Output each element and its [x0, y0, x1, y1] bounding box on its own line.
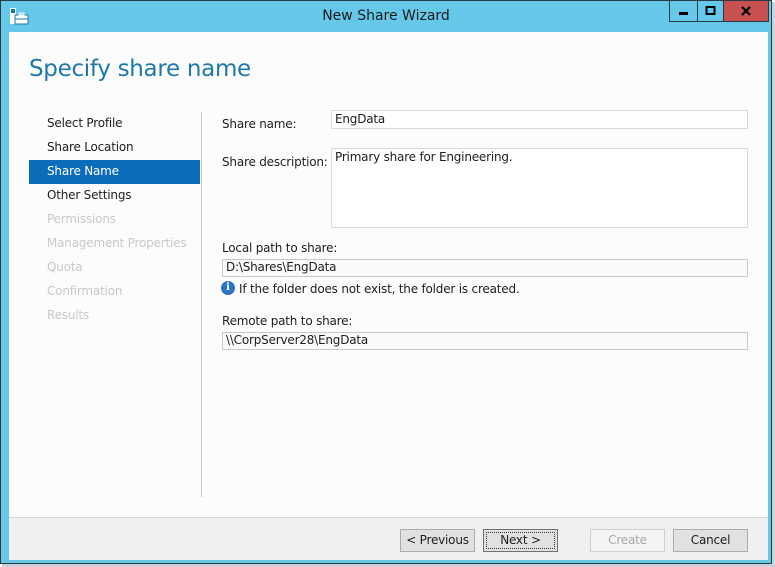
window-title: New Share Wizard	[322, 8, 450, 24]
step-select-profile[interactable]: Select Profile	[29, 112, 200, 136]
wizard-window: New Share Wizard Specify share name Sele…	[0, 0, 772, 564]
close-icon	[741, 6, 751, 16]
remote-path-label: Remote path to share:	[222, 314, 353, 328]
minimize-icon	[679, 12, 688, 15]
close-button[interactable]	[723, 1, 769, 22]
steps-divider	[201, 112, 202, 497]
share-name-input[interactable]: EngData	[331, 110, 748, 129]
info-message: If the folder does not exist, the folder…	[239, 282, 520, 296]
cancel-button[interactable]: Cancel	[673, 529, 748, 552]
wizard-content: Specify share name Select Profile Share …	[9, 32, 768, 560]
title-bar[interactable]: New Share Wizard	[1, 1, 771, 31]
maximize-icon	[705, 6, 716, 15]
page-title: Specify share name	[29, 56, 251, 82]
wizard-steps: Select Profile Share Location Share Name…	[29, 112, 200, 328]
next-button[interactable]: Next >	[483, 529, 558, 552]
local-path-field[interactable]: D:\Shares\EngData	[222, 259, 748, 277]
step-share-location[interactable]: Share Location	[29, 136, 200, 160]
maximize-button[interactable]	[697, 1, 724, 22]
step-results: Results	[47, 308, 89, 322]
remote-path-field[interactable]: \\CorpServer28\EngData	[222, 332, 748, 350]
share-name-label: Share name:	[222, 117, 297, 131]
minimize-button[interactable]	[669, 1, 698, 22]
step-other-settings[interactable]: Other Settings	[29, 184, 200, 208]
step-share-name[interactable]: Share Name	[29, 160, 200, 184]
step-permissions: Permissions	[47, 212, 116, 226]
step-quota: Quota	[47, 260, 83, 274]
step-management-properties: Management Properties	[47, 236, 187, 250]
wizard-footer: < Previous Next > Create Cancel	[9, 517, 768, 560]
local-path-label: Local path to share:	[222, 241, 338, 255]
share-description-textarea[interactable]: Primary share for Engineering.	[331, 148, 748, 228]
previous-button[interactable]: < Previous	[400, 529, 475, 552]
step-confirmation: Confirmation	[47, 284, 123, 298]
create-button: Create	[590, 529, 665, 552]
info-icon: i	[221, 281, 235, 295]
share-description-label: Share description:	[222, 155, 328, 169]
